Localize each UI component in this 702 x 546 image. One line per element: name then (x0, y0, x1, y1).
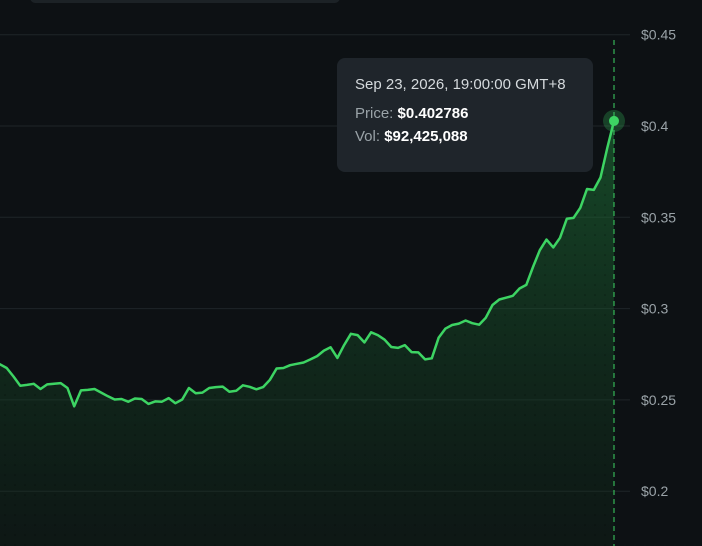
tooltip-vol-value: $92,425,088 (384, 128, 468, 145)
tooltip-vol-label: Vol: (355, 128, 381, 145)
y-axis: $0.45 $0.4 $0.35 $0.3 $0.25 $0.2 (641, 27, 676, 500)
y-tick-label: $0.2 (641, 483, 668, 499)
tooltip-vol-row: Vol: $92,425,088 (355, 128, 575, 145)
tooltip-price-value: $0.402786 (397, 105, 469, 122)
y-tick-label: $0.4 (641, 118, 668, 134)
y-tick-label: $0.25 (641, 392, 676, 408)
y-tick-label: $0.45 (641, 27, 676, 43)
price-area-texture (0, 120, 614, 546)
tooltip-price-row: Price: $0.402786 (355, 105, 575, 122)
tooltip-price-label: Price: (355, 105, 394, 122)
tooltip: Sep 23, 2026, 19:00:00 GMT+8 Price: $0.4… (337, 58, 593, 172)
y-tick-label: $0.3 (641, 301, 668, 317)
tooltip-date: Sep 23, 2026, 19:00:00 GMT+8 (355, 76, 566, 93)
y-tick-label: $0.35 (641, 209, 676, 225)
hover-point[interactable] (609, 115, 619, 126)
